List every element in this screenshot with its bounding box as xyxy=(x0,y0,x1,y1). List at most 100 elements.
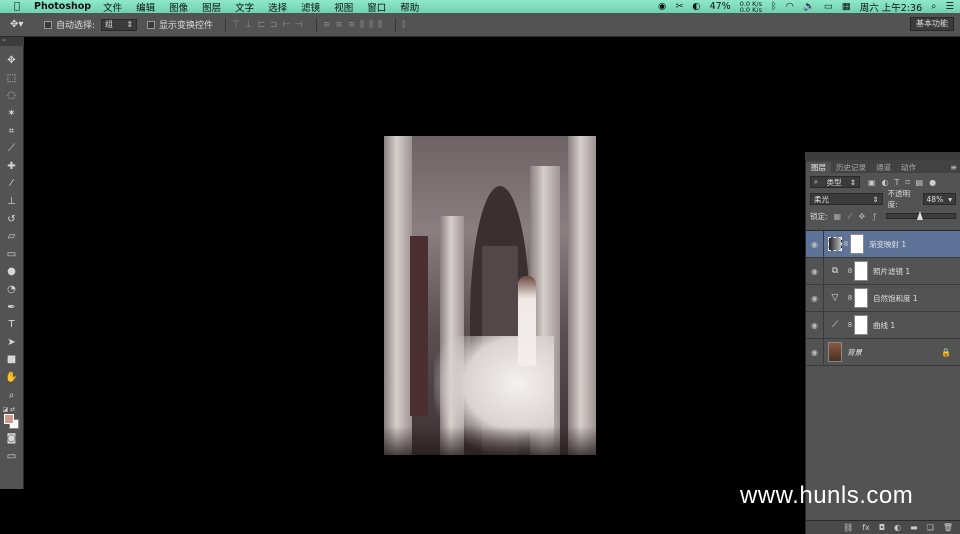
clock[interactable]: 周六 上午2:36 xyxy=(860,0,922,14)
spotlight-icon[interactable]: ⌕ xyxy=(931,1,936,12)
filter-pixel-icon[interactable]: ▣ xyxy=(868,178,876,187)
eye-icon[interactable]: ◉ xyxy=(806,230,824,258)
opacity-slider-knob[interactable] xyxy=(916,211,923,220)
tab-channels[interactable]: 通道 xyxy=(871,162,896,173)
new-layer-icon[interactable]: ❏ xyxy=(927,523,934,532)
filter-adjustment-icon[interactable]: ◐ xyxy=(882,178,889,187)
eye-icon[interactable]: ◉ xyxy=(806,338,824,366)
history-brush-tool-icon[interactable]: ↺ xyxy=(3,210,21,228)
volume-icon[interactable]: 🔈 xyxy=(803,1,815,12)
document-canvas[interactable] xyxy=(384,136,596,455)
link-layers-icon[interactable]: ⛓ xyxy=(843,523,853,532)
opacity-slider[interactable] xyxy=(885,211,956,220)
layer-mask-thumbnail[interactable] xyxy=(854,315,868,335)
app-menu[interactable]: Photoshop xyxy=(34,1,91,12)
notification-icon[interactable]: ☰ xyxy=(945,1,954,12)
filter-type-icon[interactable]: T xyxy=(895,178,900,187)
auto-align-icon[interactable]: ⫿ xyxy=(402,20,406,30)
layer-row[interactable]: ◉ 8 渐变映射 1 xyxy=(806,230,960,258)
menu-type[interactable]: 文字 xyxy=(235,0,254,14)
crop-tool-icon[interactable]: ⌗ xyxy=(3,122,21,140)
eraser-tool-icon[interactable]: ▱ xyxy=(3,228,21,246)
layer-style-icon[interactable]: fx xyxy=(862,523,870,532)
menu-select[interactable]: 选择 xyxy=(268,0,287,14)
flag-icon[interactable]: ▦ xyxy=(842,1,851,12)
battery-icon[interactable]: ▭ xyxy=(824,1,833,12)
layer-row[interactable]: ◉ ▽ 8 自然饱和度 1 xyxy=(806,284,960,312)
link-icon[interactable]: 8 xyxy=(846,267,854,275)
layer-mask-thumbnail[interactable] xyxy=(850,234,864,254)
new-group-icon[interactable]: ▬ xyxy=(910,523,918,532)
path-selection-tool-icon[interactable]: ➤ xyxy=(3,334,21,352)
filter-toggle-icon[interactable]: ● xyxy=(929,178,936,187)
move-tool-icon[interactable]: ✥ xyxy=(3,52,21,70)
menu-layer[interactable]: 图层 xyxy=(202,0,221,14)
auto-select-dropdown[interactable]: 组 ⇕ xyxy=(101,18,138,31)
menu-filter[interactable]: 滤镜 xyxy=(301,0,320,14)
scissors-icon[interactable]: ✂ xyxy=(675,1,683,12)
panel-dock-grip[interactable] xyxy=(805,152,960,160)
default-colors-icon[interactable]: ◪ ⇄ xyxy=(3,406,16,413)
align-icons[interactable]: ⊤ ⊥ ⊏ ⊐ ⊢ ⊣ xyxy=(232,20,304,30)
layer-row[interactable]: ◉ ⟋ 8 曲线 1 xyxy=(806,311,960,339)
workspace-switcher[interactable]: 基本功能 xyxy=(910,17,954,31)
gradient-tool-icon[interactable]: ▭ xyxy=(3,246,21,264)
menu-image[interactable]: 图像 xyxy=(169,0,188,14)
screen-mode-icon[interactable]: ▭ xyxy=(3,447,21,465)
eye-icon[interactable]: ◉ xyxy=(806,284,824,312)
link-icon[interactable]: 8 xyxy=(846,294,854,302)
brush-tool-icon[interactable]: ⁄ xyxy=(3,175,21,193)
eyedropper-tool-icon[interactable]: ⟋ xyxy=(3,140,21,158)
blur-tool-icon[interactable]: ● xyxy=(3,263,21,281)
foreground-color-swatch[interactable] xyxy=(3,413,14,424)
eye-icon[interactable]: ◉ xyxy=(806,311,824,339)
link-icon[interactable]: 8 xyxy=(842,240,850,248)
lasso-tool-icon[interactable]: ◌ xyxy=(3,87,21,105)
menu-edit[interactable]: 编辑 xyxy=(136,0,155,14)
filter-kind-dropdown[interactable]: ⌕ 类型 ⇕ xyxy=(810,176,860,188)
menu-help[interactable]: 帮助 xyxy=(400,0,419,14)
lock-position-icon[interactable]: ✥ xyxy=(858,212,865,221)
apple-icon[interactable]:  xyxy=(10,1,24,12)
marquee-tool-icon[interactable]: ⬚ xyxy=(3,70,21,88)
tools-panel-grip[interactable]: » xyxy=(0,37,24,46)
blend-mode-dropdown[interactable]: 柔光 ⇕ xyxy=(810,193,883,205)
filter-smart-object-icon[interactable]: ▤ xyxy=(916,178,924,187)
menu-window[interactable]: 窗口 xyxy=(367,0,386,14)
menu-file[interactable]: 文件 xyxy=(103,0,122,14)
panel-menu-icon[interactable]: ≡ xyxy=(950,162,957,173)
layer-row[interactable]: ◉ 背景 🔒 xyxy=(806,338,960,366)
filter-shape-icon[interactable]: ⌑ xyxy=(905,178,909,187)
wifi-icon[interactable]: ◠ xyxy=(786,1,794,12)
distribute-icons[interactable]: ≡ ≡ ≡ ⫼ ⫼ ⫼ xyxy=(323,20,383,30)
tab-history[interactable]: 历史记录 xyxy=(831,162,871,173)
type-tool-icon[interactable]: T xyxy=(3,316,21,334)
eye-icon[interactable]: ◉ xyxy=(806,257,824,285)
show-transform-checkbox[interactable] xyxy=(147,20,156,29)
rectangle-tool-icon[interactable]: ■ xyxy=(3,351,21,369)
layer-mask-thumbnail[interactable] xyxy=(854,261,868,281)
bluetooth-icon[interactable]: ᛒ xyxy=(771,1,777,12)
hand-tool-icon[interactable]: ✋ xyxy=(3,369,21,387)
move-tool-preset-icon[interactable]: ✥▾ xyxy=(10,19,34,30)
lock-all-icon[interactable]: ƒ xyxy=(873,212,876,221)
dodge-tool-icon[interactable]: ◔ xyxy=(3,281,21,299)
menu-view[interactable]: 视图 xyxy=(334,0,353,14)
lock-pixels-icon[interactable]: ⁄ xyxy=(849,212,850,221)
auto-select-checkbox[interactable] xyxy=(44,20,52,29)
zoom-tool-icon[interactable]: ⌕ xyxy=(3,386,21,404)
add-mask-icon[interactable]: ◘ xyxy=(879,523,885,532)
new-adjustment-icon[interactable]: ◐ xyxy=(894,523,901,532)
pen-tool-icon[interactable]: ✒ xyxy=(3,298,21,316)
healing-brush-tool-icon[interactable]: ✚ xyxy=(3,158,21,176)
tab-actions[interactable]: 动作 xyxy=(896,162,921,173)
layer-mask-thumbnail[interactable] xyxy=(854,288,868,308)
clone-stamp-tool-icon[interactable]: ⊥ xyxy=(3,193,21,211)
tab-layers[interactable]: 图层 xyxy=(806,162,831,173)
record-icon[interactable]: ◉ xyxy=(658,1,666,12)
opacity-field[interactable]: 48% ▾ xyxy=(922,193,956,205)
quick-mask-icon[interactable]: ◙ xyxy=(3,430,21,448)
sync-icon[interactable]: ◐ xyxy=(692,1,700,12)
layer-row[interactable]: ◉ ⧉ 8 照片滤镜 1 xyxy=(806,257,960,285)
trash-icon[interactable]: 🗑 xyxy=(943,523,953,532)
